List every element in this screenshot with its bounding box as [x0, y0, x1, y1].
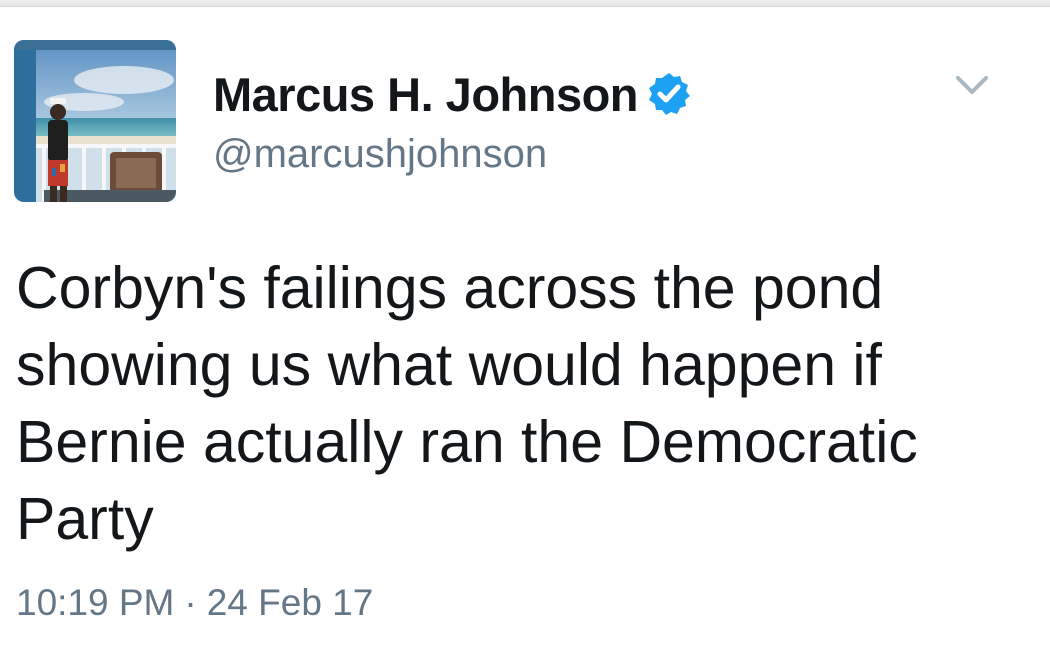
- tweet-text: Corbyn's failings across the pond showin…: [16, 255, 918, 552]
- tweet-timestamp[interactable]: 10:19 PM · 24 Feb 17: [16, 582, 373, 624]
- chevron-down-icon[interactable]: [952, 70, 992, 102]
- verified-badge-icon: [646, 71, 692, 117]
- top-divider: [0, 0, 1050, 7]
- timestamp-separator: ·: [184, 582, 197, 623]
- avatar[interactable]: [14, 40, 176, 202]
- tweet-date: 24 Feb 17: [206, 582, 374, 623]
- avatar-photo: [14, 40, 176, 202]
- user-handle[interactable]: @marcushjohnson: [213, 132, 547, 177]
- display-name-row: Marcus H. Johnson: [213, 66, 692, 122]
- display-name[interactable]: Marcus H. Johnson: [213, 67, 639, 122]
- tweet-time: 10:19 PM: [16, 582, 175, 623]
